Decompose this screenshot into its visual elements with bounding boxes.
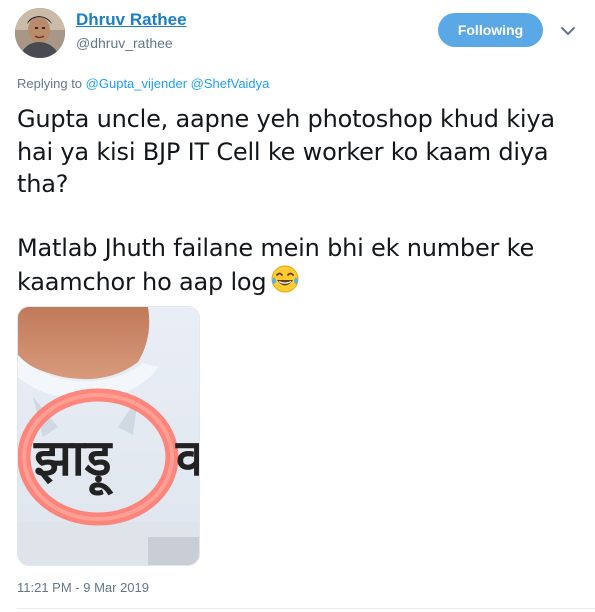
- following-button[interactable]: Following: [438, 13, 543, 47]
- media-trailing-char: क: [175, 429, 199, 487]
- reply-mention-gupta[interactable]: @Gupta_vijender: [86, 76, 187, 91]
- replying-to-label: Replying to: [17, 76, 83, 91]
- tweet-line: Gupta uncle, aapne yeh photoshop khud ki…: [17, 105, 555, 133]
- tweet-timestamp[interactable]: 11:21 PM - 9 Mar 2019: [17, 580, 149, 595]
- author-display-name[interactable]: Dhruv Rathee: [76, 10, 187, 30]
- tweet-text: Gupta uncle, aapne yeh photoshop khud ki…: [17, 103, 582, 299]
- media-caption-text: झाड़ू: [33, 429, 114, 496]
- avatar[interactable]: [15, 8, 65, 58]
- media-photo: झाड़ू क: [18, 307, 199, 565]
- author-handle[interactable]: @dhruv_rathee: [76, 35, 173, 51]
- tweet-media-image[interactable]: झाड़ू क: [17, 306, 200, 566]
- tweet-line: kaamchor ho aap log: [17, 268, 267, 296]
- tweet-line: Matlab Jhuth failane mein bhi ek number …: [17, 233, 535, 262]
- tweet-line: hai ya kisi BJP IT Cell ke worker ko kaa…: [17, 137, 549, 166]
- bottom-divider: [17, 608, 595, 609]
- reply-mention-shef[interactable]: @ShefVaidya: [191, 76, 270, 91]
- face-with-tears-of-joy-icon: [270, 264, 300, 294]
- tweet-line: tha?: [17, 170, 69, 198]
- replying-to-line: Replying to @Gupta_vijender @ShefVaidya: [17, 76, 269, 91]
- avatar-photo: [15, 8, 65, 58]
- tweet-menu-button[interactable]: [559, 22, 577, 40]
- tweet-line-with-emoji: kaamchor ho aap log: [17, 264, 582, 299]
- chevron-down-icon: [561, 27, 575, 35]
